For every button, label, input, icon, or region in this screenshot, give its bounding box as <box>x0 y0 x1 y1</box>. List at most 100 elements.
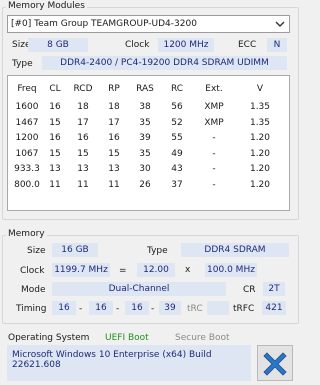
module-clock-value: 1200 MHz <box>158 38 214 52</box>
close-x-icon <box>263 352 287 376</box>
memory-modules-title: Memory Modules <box>6 1 87 11</box>
spd-cell: 49 <box>171 148 183 159</box>
spd-cell: 15 <box>49 148 61 159</box>
spd-cell: 17 <box>108 117 120 128</box>
spd-cell: 35 <box>139 148 151 159</box>
spd-cell: 38 <box>139 102 151 112</box>
module-clock-label: Clock <box>125 40 150 50</box>
spd-cell: 1067 <box>15 148 39 159</box>
os-title: Operating System <box>8 333 90 343</box>
spd-cell: 13 <box>77 164 89 175</box>
ecc-value: N <box>267 38 287 52</box>
spd-cell: 15 <box>77 148 89 159</box>
spd-cell: 11 <box>108 180 120 190</box>
spd-cell: 1.20 <box>249 133 271 144</box>
mode-value: Dual-Channel <box>52 282 226 296</box>
timing-cl: 16 <box>52 301 76 315</box>
spd-cell: 16 <box>108 133 120 144</box>
spd-cell: - <box>212 180 216 190</box>
spd-cell: 17 <box>77 117 89 128</box>
spd-cell: 16 <box>77 133 89 144</box>
spd-cell: 1467 <box>15 117 39 128</box>
spd-cell: 37 <box>171 180 183 190</box>
spd-cell: - <box>212 148 216 159</box>
timing-ras: 39 <box>159 301 181 315</box>
spd-header-cell: Freq <box>17 84 37 94</box>
spd-cell: 800.0 <box>14 180 40 190</box>
mode-label: Mode <box>21 285 46 295</box>
base-clock-value: 100.0 MHz <box>205 263 257 277</box>
spd-cell: 1.35 <box>249 102 271 112</box>
close-button[interactable] <box>257 345 293 381</box>
os-name-field: Microsoft Windows 10 Enterprise (x64) Bu… <box>7 345 251 381</box>
multiplier-value: 12.00 <box>137 263 175 277</box>
trfc-value: 421 <box>262 301 286 315</box>
memory-title: Memory <box>6 229 47 239</box>
spd-cell: 15 <box>108 148 120 159</box>
trc-label: tRC <box>187 304 203 314</box>
module-type-value: DDR4-2400 / PC4-19200 DDR4 SDRAM UDIMM <box>42 56 287 70</box>
spd-cell: 933.3 <box>14 164 40 175</box>
spd-cell: 39 <box>139 133 151 144</box>
spd-cell: 30 <box>139 164 151 175</box>
spd-header-cell: RAS <box>136 84 154 94</box>
uefi-boot-label: UEFI Boot <box>105 333 149 343</box>
spd-cell: 1200 <box>15 133 39 144</box>
spd-cell: 18 <box>108 102 120 112</box>
timing-rp: 16 <box>125 301 149 315</box>
ecc-label: ECC <box>238 40 257 50</box>
spd-cell: 11 <box>77 180 89 190</box>
spd-cell: 26 <box>139 180 151 190</box>
spd-cell: 52 <box>171 117 183 128</box>
spd-cell: XMP <box>204 117 224 128</box>
spd-header-cell: CL <box>49 84 61 94</box>
spd-cell: 55 <box>171 133 183 144</box>
spd-cell: 1.20 <box>249 180 271 190</box>
spd-header-cell: V <box>256 84 264 94</box>
spd-timings-table: Freq CL RCD RP RAS RC Ext. V 1600 16 18 18 38 56 XMP 1… <box>7 75 290 211</box>
spd-cell: 15 <box>49 117 61 128</box>
spd-cell: 11 <box>49 180 61 190</box>
spd-cell: - <box>212 164 216 175</box>
memory-clock-value: 1199.7 MHz <box>52 263 110 277</box>
chevron-down-icon[interactable] <box>274 18 286 30</box>
spd-cell: 1.20 <box>249 148 271 159</box>
spd-cell: 1.35 <box>249 117 271 128</box>
equals-sign: = <box>119 266 127 276</box>
memory-type-value: DDR4 SDRAM <box>181 243 289 257</box>
trfc-label: tRFC <box>233 304 255 314</box>
times-sign: x <box>185 265 191 275</box>
timing-rcd: 16 <box>89 301 113 315</box>
spd-cell: - <box>212 133 216 144</box>
module-select-value: [#0] Team Group TEAMGROUP-UD4-3200 <box>11 19 197 29</box>
spd-cell: 18 <box>77 102 89 112</box>
timing-dash-1: - <box>79 304 83 314</box>
spd-cell: 16 <box>49 102 61 112</box>
timing-label: Timing <box>16 304 47 314</box>
spd-cell: 13 <box>49 164 61 175</box>
module-size-value: 8 GB <box>28 38 88 52</box>
os-name-value: Microsoft Windows 10 Enterprise (x64) Bu… <box>12 350 212 370</box>
spd-cell: 35 <box>139 117 151 128</box>
memory-clock-label: Clock <box>20 266 45 276</box>
timing-dash-2: - <box>116 304 120 314</box>
memory-size-label: Size <box>27 246 46 256</box>
module-type-label: Type <box>12 59 33 69</box>
module-select[interactable]: [#0] Team Group TEAMGROUP-UD4-3200 <box>7 15 290 33</box>
cr-value: 2T <box>263 282 285 296</box>
spd-header-cell: RCD <box>73 84 93 94</box>
timing-dash-3: - <box>151 304 155 314</box>
spd-cell: 1.20 <box>249 164 271 175</box>
spd-cell: 16 <box>49 133 61 144</box>
spd-cell: 1600 <box>15 102 39 112</box>
spd-header-cell: Ext. <box>205 84 223 94</box>
memory-size-value: 16 GB <box>52 243 98 257</box>
spd-cell: 56 <box>171 102 183 112</box>
spd-header-cell: RC <box>170 84 184 94</box>
spd-cell: 13 <box>108 164 120 175</box>
trc-value <box>207 301 229 315</box>
cr-label: CR <box>243 285 256 295</box>
spd-header-cell: RP <box>108 84 120 94</box>
secure-boot-label: Secure Boot <box>175 333 230 343</box>
memory-type-label: Type <box>147 246 168 256</box>
